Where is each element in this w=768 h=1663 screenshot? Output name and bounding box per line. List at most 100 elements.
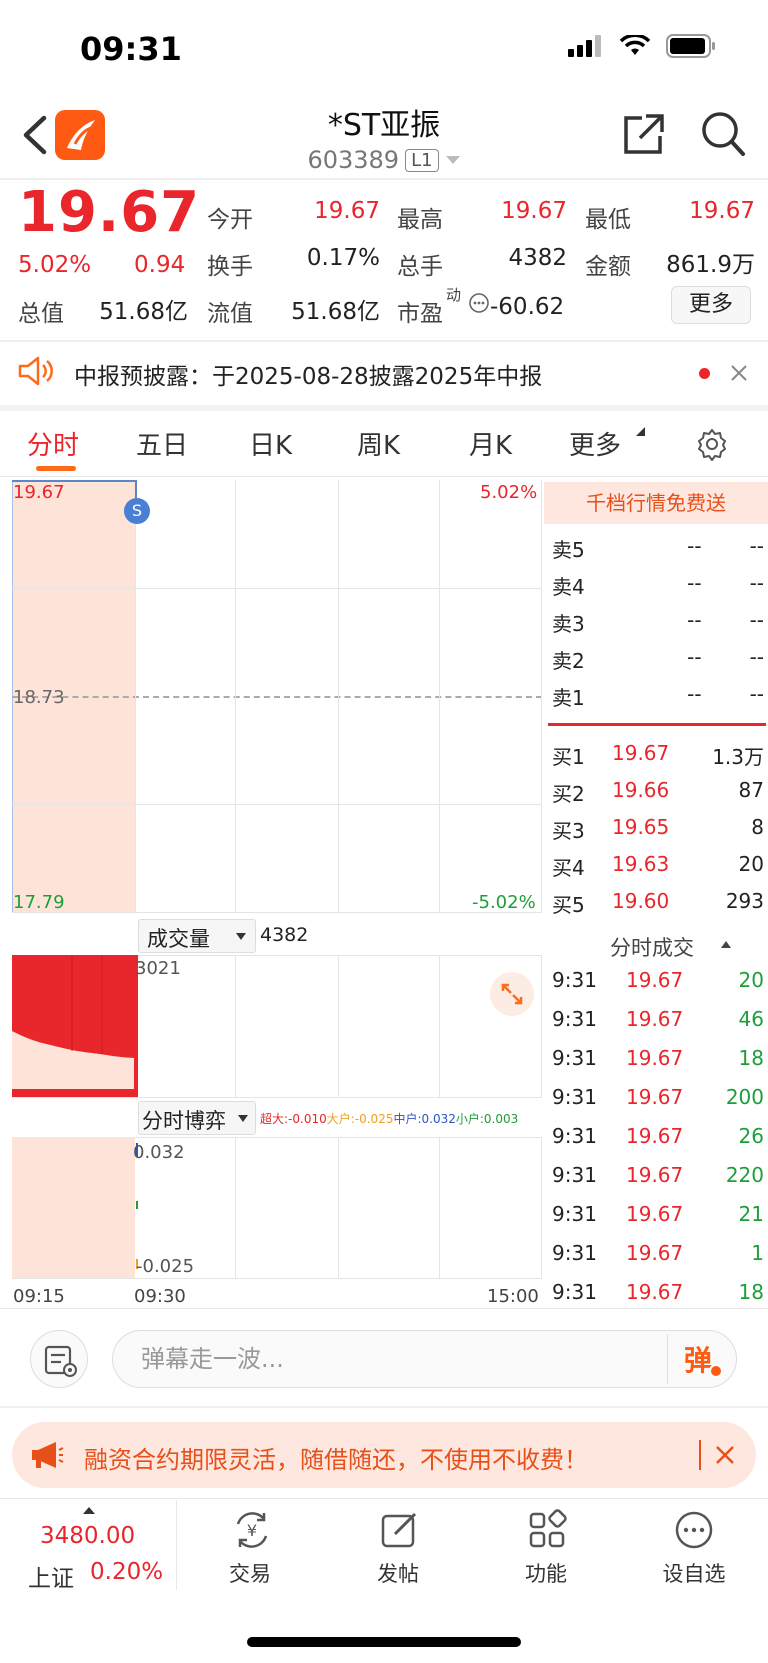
vol-grid-v3 — [338, 955, 339, 1098]
time-open-label: 09:30 — [134, 1286, 186, 1307]
tick-price: 19.67 — [626, 1124, 684, 1148]
ticks-header[interactable]: 分时成交 — [610, 932, 694, 962]
game-legend: 超大:-0.010大户:-0.025中户:0.032小户:0.003 — [260, 1110, 518, 1127]
game-grid-v3 — [338, 1137, 339, 1279]
tick-price: 19.67 — [626, 1202, 684, 1226]
tab-month-k[interactable]: 月K — [469, 425, 512, 462]
mktcap-value: 51.68亿 — [99, 299, 188, 325]
caret-down-icon — [445, 156, 460, 164]
buy-row-5: 买5 19.60 293 — [552, 889, 764, 918]
settings-gear-icon[interactable] — [695, 427, 729, 461]
status-time: 09:31 — [80, 30, 182, 68]
tab-fenshi[interactable]: 分时 — [27, 425, 79, 462]
buy-row-3: 买3 19.65 8 — [552, 815, 764, 844]
tick-vol: 46 — [738, 1007, 764, 1031]
intraday-chart[interactable]: S — [12, 480, 542, 913]
tick-vol: 18 — [738, 1280, 764, 1304]
tick-time: 9:31 — [552, 1163, 597, 1187]
game-top-label: 0.032 — [133, 1142, 185, 1163]
ob-price: -- — [687, 645, 702, 669]
nav-set-watchlist[interactable]: 设自选 — [639, 1558, 749, 1588]
status-icons — [568, 34, 716, 58]
tick-row: 9:31 19.67 21 — [552, 1202, 764, 1226]
tab-five-day[interactable]: 五日 — [136, 425, 188, 462]
tab-more-caret-icon — [636, 427, 645, 436]
ob-price: -- — [687, 534, 702, 558]
function-grid-icon[interactable] — [526, 1509, 568, 1551]
tab-week-k[interactable]: 周K — [357, 425, 400, 462]
ob-vol: -- — [749, 608, 764, 632]
bid-ask-divider — [548, 723, 766, 726]
tick-vol: 200 — [725, 1085, 764, 1109]
ticks-collapse-caret-icon[interactable] — [720, 940, 732, 949]
tick-time: 9:31 — [552, 1085, 597, 1109]
game-selector[interactable]: 分时博弈 — [138, 1101, 256, 1135]
sell-row-2: 卖2 -- -- — [552, 645, 764, 674]
ob-vol: 1.3万 — [712, 745, 764, 769]
volume-bars — [12, 955, 138, 1098]
index-value[interactable]: 3480.00 — [40, 1523, 135, 1549]
ob-price: 19.67 — [612, 741, 670, 765]
search-icon[interactable] — [700, 110, 746, 158]
close-icon[interactable] — [729, 363, 749, 383]
nav-function[interactable]: 功能 — [491, 1558, 601, 1588]
tick-vol: 26 — [738, 1124, 764, 1148]
nav-trade[interactable]: 交易 — [195, 1558, 305, 1588]
price-mid-label: 18.73 — [13, 687, 65, 708]
tick-time: 9:31 — [552, 968, 597, 992]
sell-row-5: 卖5 -- -- — [552, 534, 764, 563]
sell-row-4: 卖4 -- -- — [552, 571, 764, 600]
tick-time: 9:31 — [552, 1280, 597, 1304]
small-flow-mark — [136, 1201, 138, 1209]
ob-price: 19.66 — [612, 778, 670, 802]
danmu-list-button[interactable] — [30, 1330, 88, 1388]
order-book-banner[interactable]: 千档行情免费送 — [544, 482, 768, 524]
grid-h-1 — [12, 588, 542, 589]
tick-price: 19.67 — [626, 1007, 684, 1031]
ob-vol: 293 — [725, 889, 764, 913]
tick-price: 19.67 — [626, 968, 684, 992]
notice-text[interactable]: 中报预披露：于2025-08-28披露2025年中报 — [74, 357, 542, 391]
pe-value: -60.62 — [490, 294, 565, 320]
float-value: 51.68亿 — [291, 299, 380, 325]
more-dots-circle-icon[interactable] — [468, 292, 490, 314]
trade-icon[interactable]: ¥ — [231, 1509, 273, 1551]
tick-row: 9:31 19.67 220 — [552, 1163, 764, 1187]
game-chart — [12, 1137, 542, 1279]
tab-more[interactable]: 更多 — [569, 425, 621, 462]
watchlist-more-icon[interactable] — [673, 1509, 715, 1551]
pe-label: 市盈 — [397, 301, 443, 327]
buy-row-4: 买4 19.63 20 — [552, 852, 764, 881]
index-name[interactable]: 上证 — [28, 1559, 74, 1593]
post-edit-icon[interactable] — [378, 1509, 420, 1551]
ob-vol: -- — [749, 682, 764, 706]
volume-chart — [12, 955, 542, 1098]
ob-price: -- — [687, 608, 702, 632]
share-icon[interactable] — [620, 112, 666, 158]
danmu-send-button[interactable]: 弹 — [684, 1339, 712, 1379]
legend-xl-label: 超大: — [260, 1112, 289, 1126]
home-indicator — [247, 1637, 521, 1647]
ob-label: 卖2 — [552, 649, 585, 673]
amount-label: 金额 — [585, 254, 631, 280]
high-value: 19.67 — [501, 198, 567, 224]
tab-day-k[interactable]: 日K — [249, 425, 292, 462]
danmu-input[interactable]: 弹幕走一波... — [112, 1330, 737, 1388]
expand-icon[interactable] — [490, 972, 534, 1016]
promo-close-icon[interactable] — [715, 1445, 735, 1465]
ob-vol: -- — [749, 571, 764, 595]
tick-row: 9:31 19.67 18 — [552, 1046, 764, 1070]
index-expand-caret-icon[interactable] — [82, 1506, 96, 1515]
ob-label: 买4 — [552, 856, 585, 880]
more-button[interactable]: 更多 — [671, 286, 751, 324]
tick-price: 19.67 — [626, 1241, 684, 1265]
sell-row-1: 卖1 -- -- — [552, 682, 764, 711]
nav-post[interactable]: 发帖 — [343, 1558, 453, 1588]
volume-selector[interactable]: 成交量 — [138, 919, 256, 953]
grid-v-2 — [235, 480, 236, 913]
promo-text[interactable]: 融资合约期限灵活，随借随还，不使用不收费！ — [84, 1440, 588, 1475]
ob-label: 买3 — [552, 819, 585, 843]
s-marker-icon[interactable]: S — [124, 498, 150, 524]
index-percent[interactable]: 0.20% — [90, 1559, 163, 1585]
legend-l-label: 大户: — [326, 1112, 355, 1126]
